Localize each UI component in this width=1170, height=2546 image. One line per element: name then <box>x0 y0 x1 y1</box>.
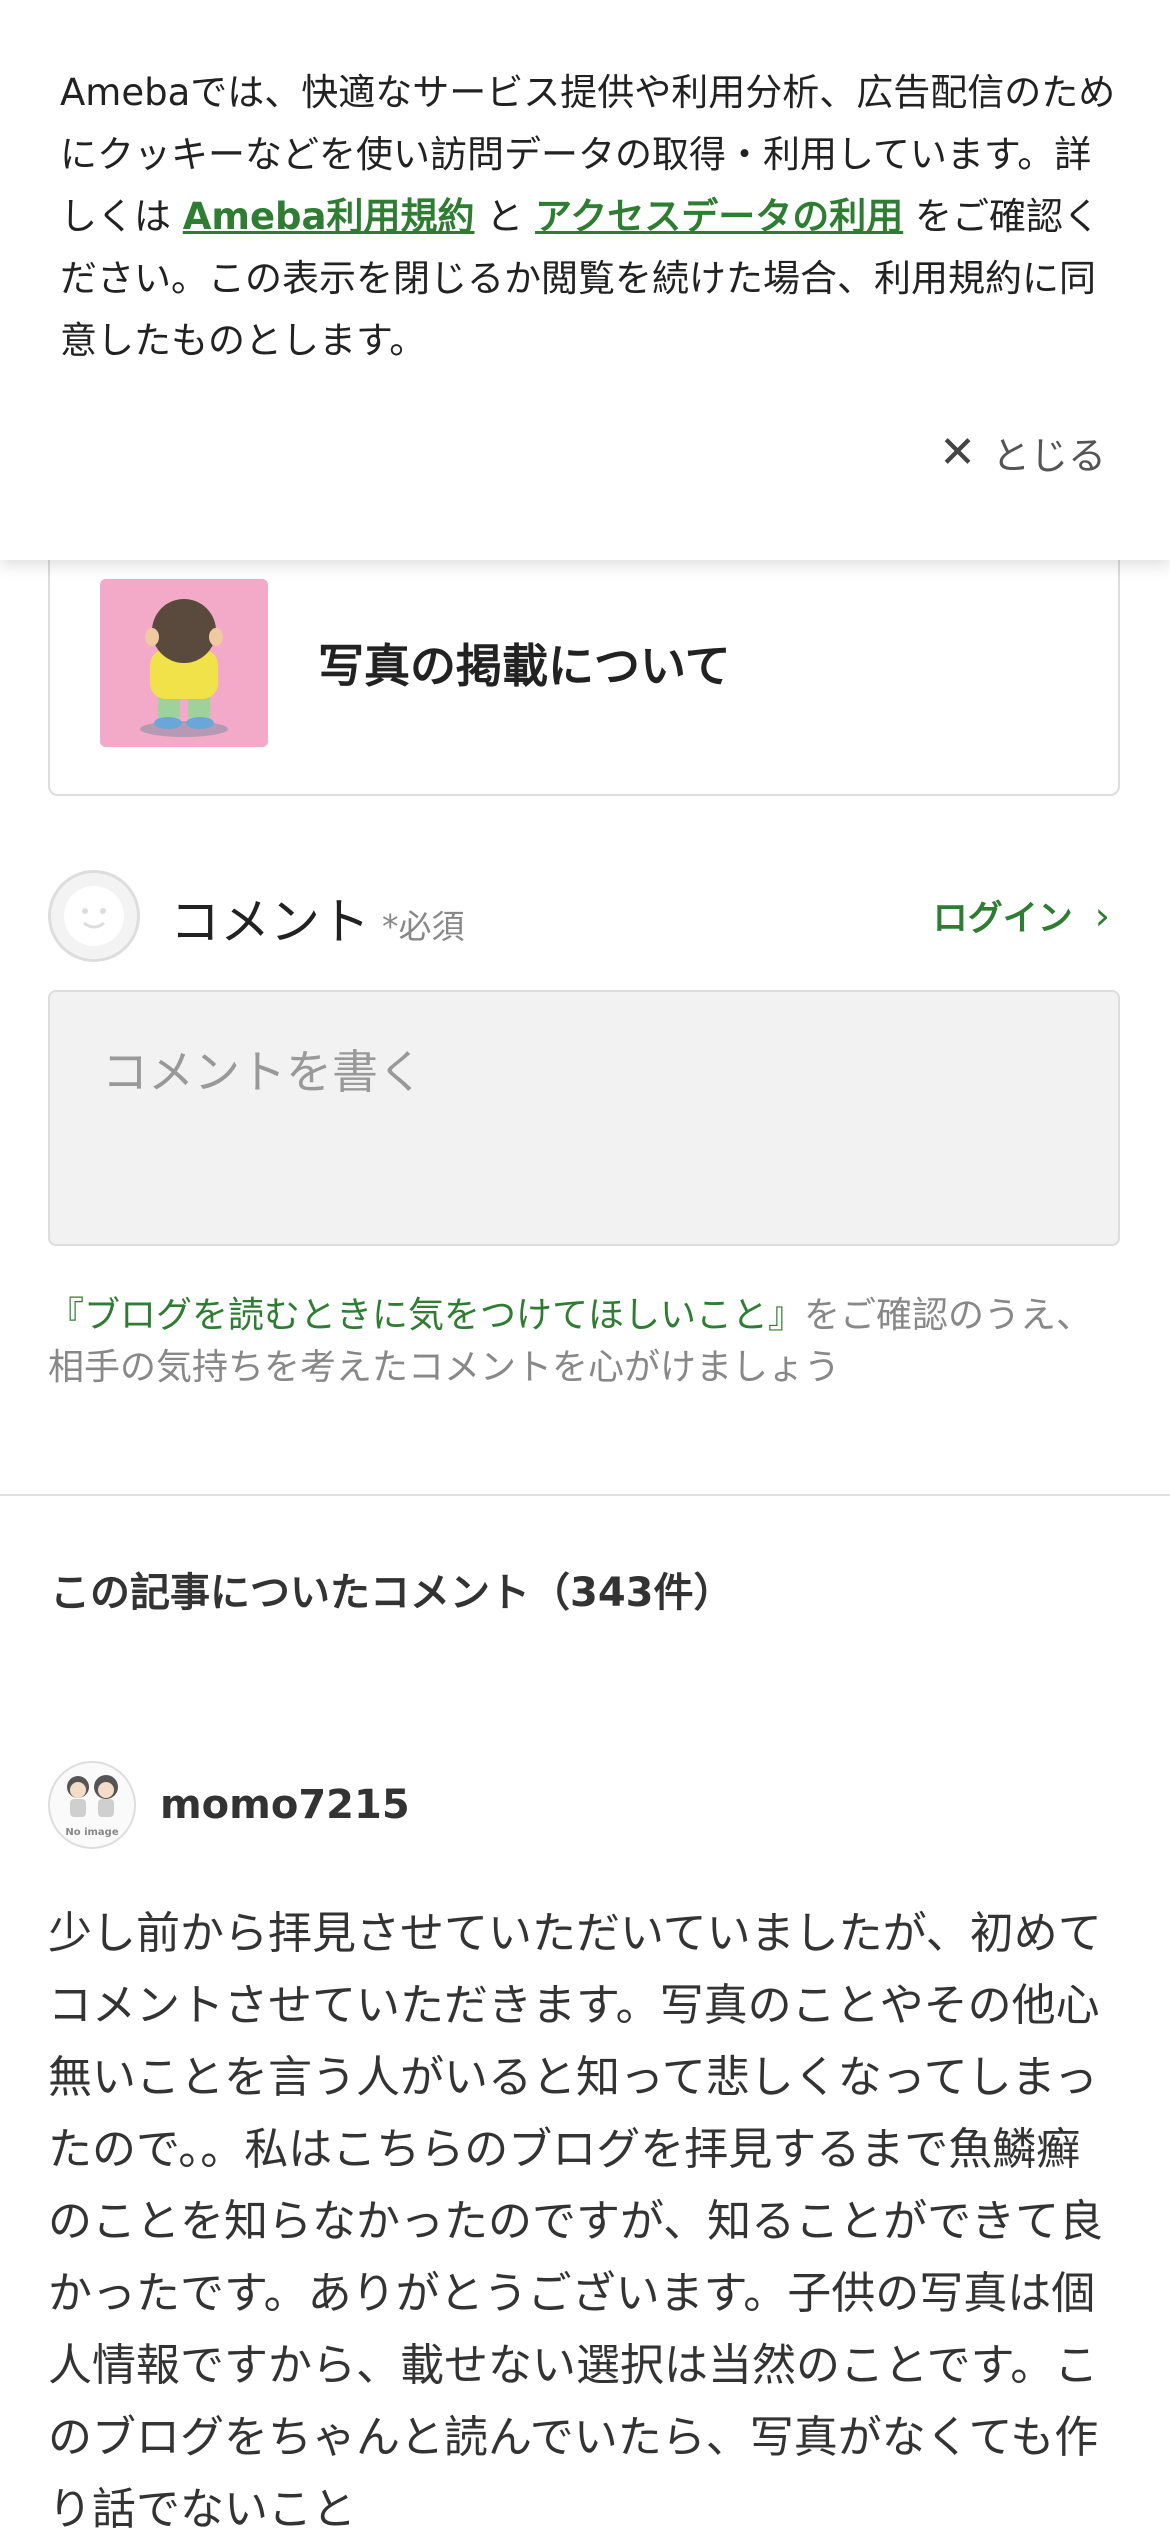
chevron-right-icon: › <box>1094 893 1110 938</box>
close-banner-button[interactable]: ✕ とじる <box>939 425 1106 480</box>
comment-body: 少し前から拝見させていただいていましたが、初めてコメントさせていただきます。写真… <box>48 1908 1104 2535</box>
access-data-link[interactable]: アクセスデータの利用 <box>535 195 903 238</box>
cookie-message: Amebaでは、快適なサービス提供や利用分析、広告配信のためにクッキーなどを使い… <box>60 62 1120 372</box>
close-label: とじる <box>991 434 1106 478</box>
author-avatar: No image <box>48 1761 136 1849</box>
comment-form-header: コメント *必須 ログイン › <box>48 870 1120 966</box>
cookie-conjunction: と <box>486 195 524 238</box>
login-link[interactable]: ログイン › <box>933 890 1110 941</box>
author-name: momo7215 <box>160 1782 410 1828</box>
comment-input[interactable] <box>50 992 1118 1244</box>
comment-author[interactable]: No image momo7215 <box>48 1760 410 1850</box>
child-illustration-icon <box>100 579 268 747</box>
required-marker: *必須 <box>382 907 465 946</box>
face-placeholder-icon <box>64 886 124 946</box>
section-divider <box>0 1494 1170 1496</box>
guideline-link[interactable]: 『ブログを読むときに気をつけてほしいこと』 <box>48 1295 804 1336</box>
article-title: 写真の掲載について <box>318 639 731 693</box>
cookie-consent-banner: Amebaでは、快適なサービス提供や利用分析、広告配信のためにクッキーなどを使い… <box>0 0 1170 560</box>
close-icon: ✕ <box>939 427 976 478</box>
no-image-avatar-icon: No image <box>65 1775 119 1838</box>
comments-heading: この記事についたコメント（343件） <box>50 1570 734 1616</box>
ameba-terms-link[interactable]: Ameba利用規約 <box>183 195 475 238</box>
article-thumbnail <box>100 579 268 747</box>
comment-label: コメント <box>170 893 370 951</box>
login-label: ログイン <box>932 899 1073 939</box>
comment-guideline: 『ブログを読むときに気をつけてほしいこと』をご確認のうえ、相手の気持ちを考えたコ… <box>48 1290 1128 1394</box>
user-avatar-placeholder <box>48 870 140 962</box>
comment-input-wrapper <box>48 990 1120 1246</box>
article-card[interactable]: 写真の掲載について <box>48 520 1120 796</box>
avatar-label: No image <box>65 1827 118 1838</box>
